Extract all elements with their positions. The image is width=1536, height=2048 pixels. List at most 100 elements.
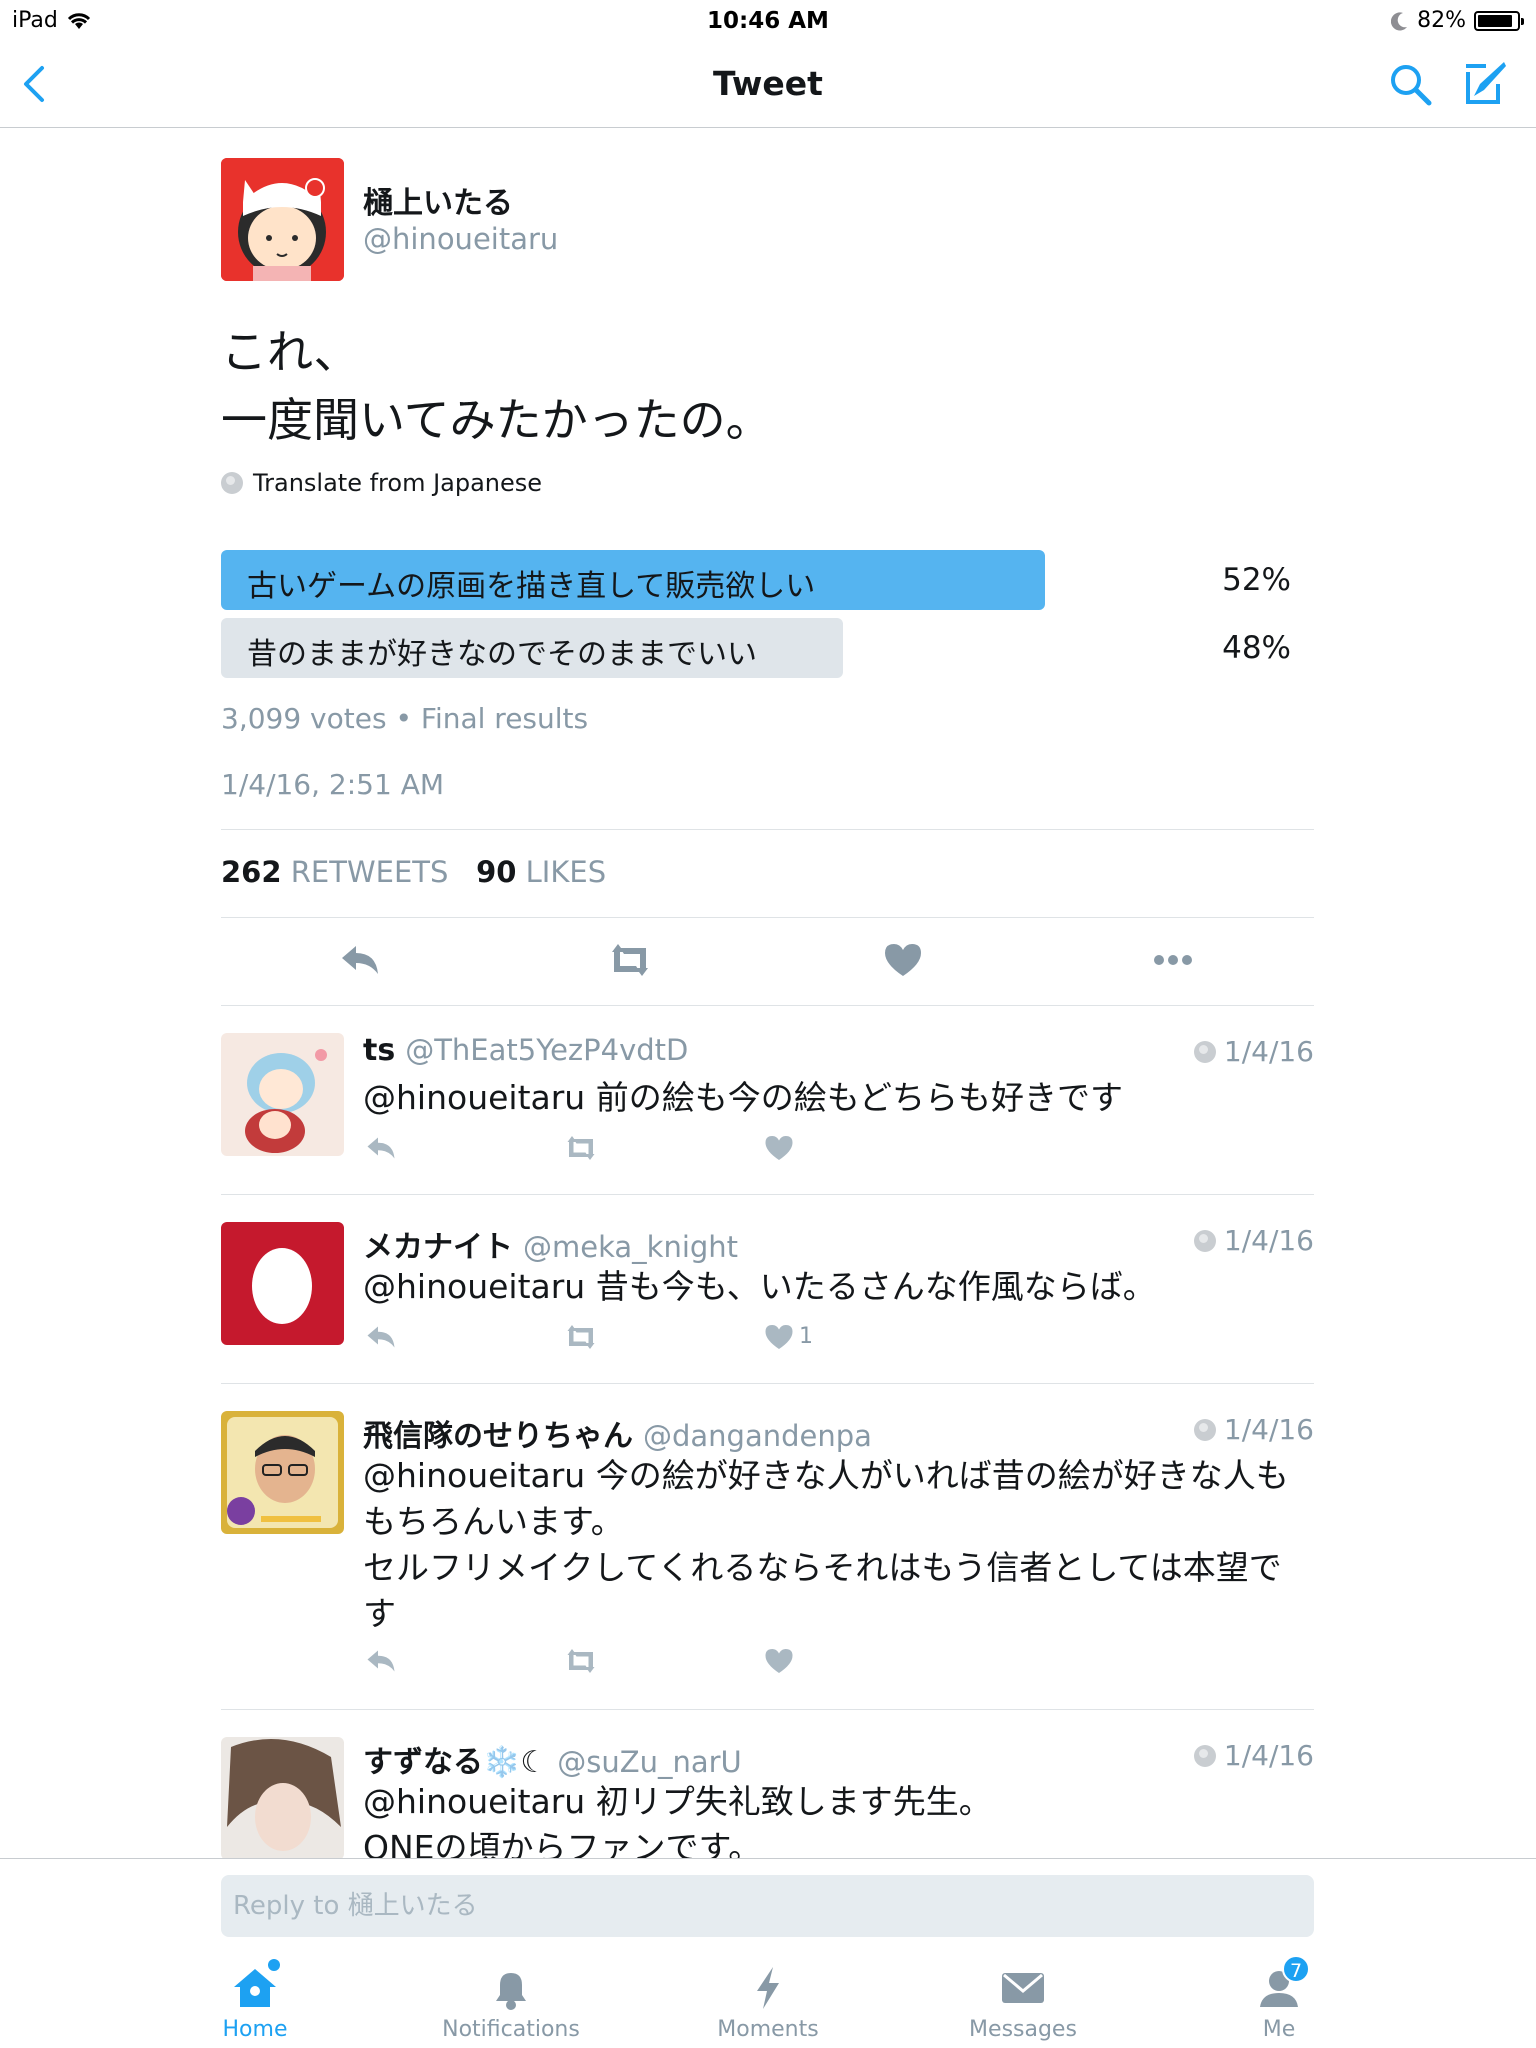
reply-date: 1/4/16 — [1193, 1413, 1314, 1446]
poll-label-1: 古いゲームの原画を描き直して販売欲しい — [247, 569, 816, 604]
poll-percent-2: 48% — [1222, 630, 1291, 666]
reply-author[interactable]: 飛信隊のせりちゃん @dangandenpa — [363, 1411, 872, 1455]
reply-date: 1/4/16 — [1193, 1224, 1314, 1257]
reply-author[interactable]: ts @ThEat5YezP4vdtD — [363, 1033, 688, 1068]
like-heart-icon[interactable] — [761, 1133, 797, 1163]
retweet-icon[interactable] — [563, 1133, 599, 1163]
divider — [221, 917, 1314, 918]
likes-stat[interactable]: 90 LIKES — [476, 855, 606, 889]
status-bar: iPad 10:46 AM 82% — [0, 0, 1536, 40]
reply-text: @hinoueitaru 今の絵が好きな人がいれば昔の絵が好きな人ももちろんいま… — [363, 1456, 1289, 1633]
battery-percent: 82% — [1417, 8, 1466, 33]
poll-percent-1: 52% — [1222, 562, 1291, 598]
retweets-count: 262 — [221, 855, 282, 889]
tweet-text-line-1: これ、 — [221, 325, 360, 379]
globe-icon — [1193, 1229, 1216, 1252]
more-options-icon[interactable] — [1151, 940, 1195, 980]
poll-option-1: 古いゲームの原画を描き直して販売欲しい 52% — [221, 550, 1291, 610]
reply-author[interactable]: メカナイト @meka_knight — [363, 1222, 738, 1266]
author-name[interactable]: 樋上いたる — [363, 178, 513, 222]
reply-handle: @dangandenpa — [643, 1419, 872, 1453]
reply-icon[interactable] — [338, 940, 382, 980]
reply-item[interactable]: メカナイト @meka_knight 1/4/16 @hinoueitaru 昔も… — [221, 1222, 1314, 1382]
reply-item[interactable]: 飛信隊のせりちゃん @dangandenpa 1/4/16 @hinoueitar… — [221, 1411, 1314, 1701]
retweet-icon[interactable] — [563, 1646, 599, 1676]
tab-moments[interactable]: Moments — [688, 1963, 848, 2042]
tweet-timestamp: 1/4/16, 2:51 AM — [221, 768, 445, 801]
poll-label-2: 昔のままが好きなのでそのままでいい — [247, 637, 757, 672]
battery-icon — [1474, 10, 1524, 31]
reply-handle: @meka_knight — [523, 1230, 739, 1264]
author-handle[interactable]: @hinoueitaru — [363, 222, 558, 256]
poll-option-2: 昔のままが好きなのでそのままでいい 48% — [221, 618, 1291, 678]
globe-icon — [1193, 1418, 1216, 1441]
reply-avatar[interactable] — [221, 1411, 344, 1534]
tab-notifications[interactable]: Notifications — [431, 1963, 591, 2042]
tweet-stats: 262 RETWEETS 90 LIKES — [221, 855, 606, 889]
divider — [221, 1383, 1314, 1384]
reply-icon[interactable] — [363, 1322, 399, 1352]
reply-actions — [363, 1133, 963, 1163]
home-icon — [230, 1959, 280, 2013]
person-icon: 7 — [1254, 1955, 1310, 2013]
reply-author[interactable]: すずなる❄️☾ @suZu_narU — [363, 1737, 742, 1781]
like-count: 1 — [799, 1324, 813, 1349]
reply-date: 1/4/16 — [1193, 1739, 1314, 1772]
translate-link[interactable]: Translate from Japanese — [221, 469, 542, 497]
tab-bar: Home Notifications Moments Messages 7 Me — [0, 1955, 1536, 2048]
moon-icon — [1391, 11, 1408, 30]
like-heart-icon[interactable] — [881, 940, 925, 980]
tab-label: Messages — [969, 2017, 1077, 2042]
reply-icon[interactable] — [363, 1646, 399, 1676]
tweet-text: これ、 一度聞いてみたかったの。 — [221, 318, 772, 454]
retweet-icon[interactable] — [563, 1322, 599, 1352]
reply-text: @hinoueitaru 初リプ失礼致します先生。 ONEの頃からファンです。 — [363, 1782, 992, 1858]
likes-label: LIKES — [525, 855, 607, 889]
notification-badge: 7 — [1282, 1955, 1310, 1983]
reply-avatar[interactable] — [221, 1033, 344, 1156]
like-heart-icon[interactable] — [761, 1646, 797, 1676]
reply-item[interactable]: すずなる❄️☾ @suZu_narU 1/4/16 @hinoueitaru 初リ… — [221, 1737, 1314, 1858]
tab-me[interactable]: 7 Me — [1199, 1955, 1359, 2042]
author-avatar[interactable] — [221, 158, 344, 281]
globe-icon — [1193, 1040, 1216, 1063]
like-heart-icon[interactable] — [761, 1322, 797, 1352]
divider — [221, 1709, 1314, 1710]
globe-icon — [221, 472, 243, 494]
reply-date: 1/4/16 — [1193, 1035, 1314, 1068]
reply-actions — [363, 1646, 963, 1676]
reply-text: @hinoueitaru 昔も今も、いたるさんな作風ならば。 — [363, 1267, 1156, 1306]
new-content-dot — [268, 1959, 280, 1971]
tab-label: Home — [222, 2017, 288, 2042]
reply-avatar[interactable] — [221, 1737, 344, 1858]
divider — [221, 829, 1314, 830]
tab-label: Notifications — [442, 2017, 580, 2042]
search-icon[interactable] — [1386, 60, 1434, 108]
tab-label: Moments — [717, 2017, 819, 2042]
reply-item[interactable]: ts @ThEat5YezP4vdtD 1/4/16 @hinoueitaru 前… — [221, 1033, 1314, 1193]
tweet-actions — [221, 940, 1314, 980]
reply-icon[interactable] — [363, 1133, 399, 1163]
retweets-stat[interactable]: 262 RETWEETS — [221, 855, 448, 889]
reply-text: @hinoueitaru 前の絵も今の絵もどちらも好きです — [363, 1078, 1124, 1117]
tweet-text-line-2: 一度聞いてみたかったの。 — [221, 393, 772, 447]
poll-meta: 3,099 votes • Final results — [221, 702, 589, 735]
divider — [221, 1194, 1314, 1195]
tab-home[interactable]: Home — [175, 1959, 335, 2042]
retweets-label: RETWEETS — [290, 855, 449, 889]
page-title: Tweet — [713, 64, 823, 103]
retweet-icon[interactable] — [608, 940, 652, 980]
compose-icon[interactable] — [1460, 58, 1510, 108]
reply-actions: 1 — [363, 1322, 963, 1352]
tab-label: Me — [1262, 2017, 1296, 2042]
divider — [221, 1005, 1314, 1006]
nav-bar: Tweet — [0, 40, 1536, 128]
clock: 10:46 AM — [707, 8, 829, 34]
tab-messages[interactable]: Messages — [943, 1963, 1103, 2042]
reply-handle: @suZu_narU — [557, 1745, 742, 1779]
lightning-icon — [743, 1963, 793, 2013]
translate-label: Translate from Japanese — [253, 469, 543, 497]
reply-input[interactable] — [221, 1875, 1314, 1937]
globe-icon — [1193, 1744, 1216, 1767]
reply-avatar[interactable] — [221, 1222, 344, 1345]
